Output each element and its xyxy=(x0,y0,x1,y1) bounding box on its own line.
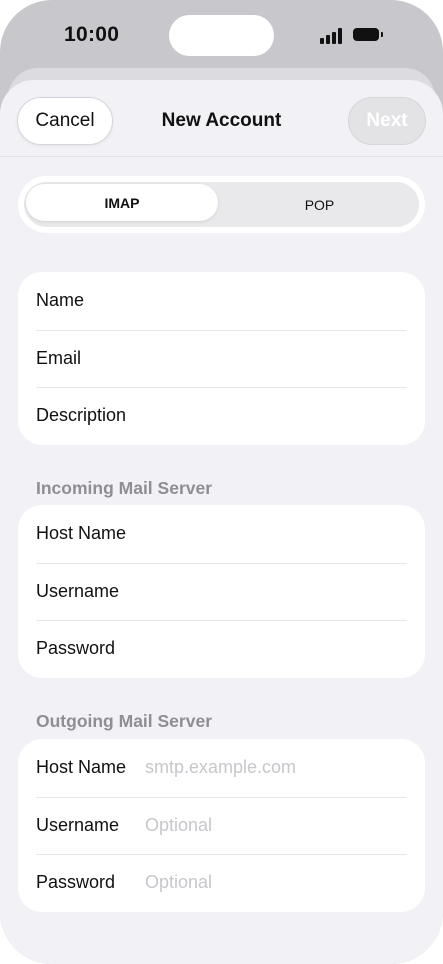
new-account-sheet: Cancel New Account Next IMAP POP Name Em… xyxy=(0,80,443,964)
incoming-server-group: Host Name Username Password xyxy=(18,505,425,678)
incoming-host-name-field[interactable]: Host Name xyxy=(18,505,425,563)
outgoing-server-group: Host Name smtp.example.com Username Opti… xyxy=(18,739,425,912)
navigation-bar: Cancel New Account Next xyxy=(0,80,443,157)
outgoing-username-placeholder: Optional xyxy=(145,814,213,835)
incoming-username-label: Username xyxy=(36,580,120,601)
outgoing-section-header: Outgoing Mail Server xyxy=(36,711,212,731)
outgoing-password-placeholder: Optional xyxy=(145,872,213,892)
dynamic-island xyxy=(169,15,274,56)
status-time: 10:00 xyxy=(64,23,120,46)
phone-frame: 10:00 Cancel New Account Next IMAP POP N… xyxy=(0,0,443,964)
email-label: Email xyxy=(36,347,82,368)
outgoing-host-name-placeholder: smtp.example.com xyxy=(145,757,297,777)
outgoing-password-field[interactable]: Password Optional xyxy=(18,854,425,912)
name-label: Name xyxy=(36,290,85,310)
incoming-password-field[interactable]: Password xyxy=(18,620,425,678)
status-bar: 10:00 xyxy=(0,0,443,72)
incoming-password-label: Password xyxy=(36,638,116,658)
segment-imap[interactable]: IMAP xyxy=(26,184,218,221)
incoming-username-field[interactable]: Username xyxy=(18,562,425,621)
description-field[interactable]: Description xyxy=(18,387,425,445)
description-label: Description xyxy=(36,405,127,425)
battery-icon xyxy=(353,28,383,41)
account-type-segmented-control: IMAP POP xyxy=(18,176,425,233)
outgoing-host-name-field[interactable]: Host Name smtp.example.com xyxy=(18,739,425,797)
segment-pop[interactable]: POP xyxy=(222,182,417,227)
cellular-signal-icon xyxy=(320,27,344,44)
outgoing-password-label: Password xyxy=(36,872,116,892)
incoming-section-header: Incoming Mail Server xyxy=(36,478,213,498)
name-field[interactable]: Name xyxy=(18,272,425,330)
outgoing-username-field[interactable]: Username Optional xyxy=(18,796,425,855)
email-field[interactable]: Email xyxy=(18,329,425,388)
outgoing-host-name-label: Host Name xyxy=(36,757,127,777)
incoming-host-name-label: Host Name xyxy=(36,523,127,543)
outgoing-username-label: Username xyxy=(36,814,120,835)
account-info-group: Name Email Description xyxy=(18,272,425,445)
next-button[interactable]: Next xyxy=(348,97,426,145)
